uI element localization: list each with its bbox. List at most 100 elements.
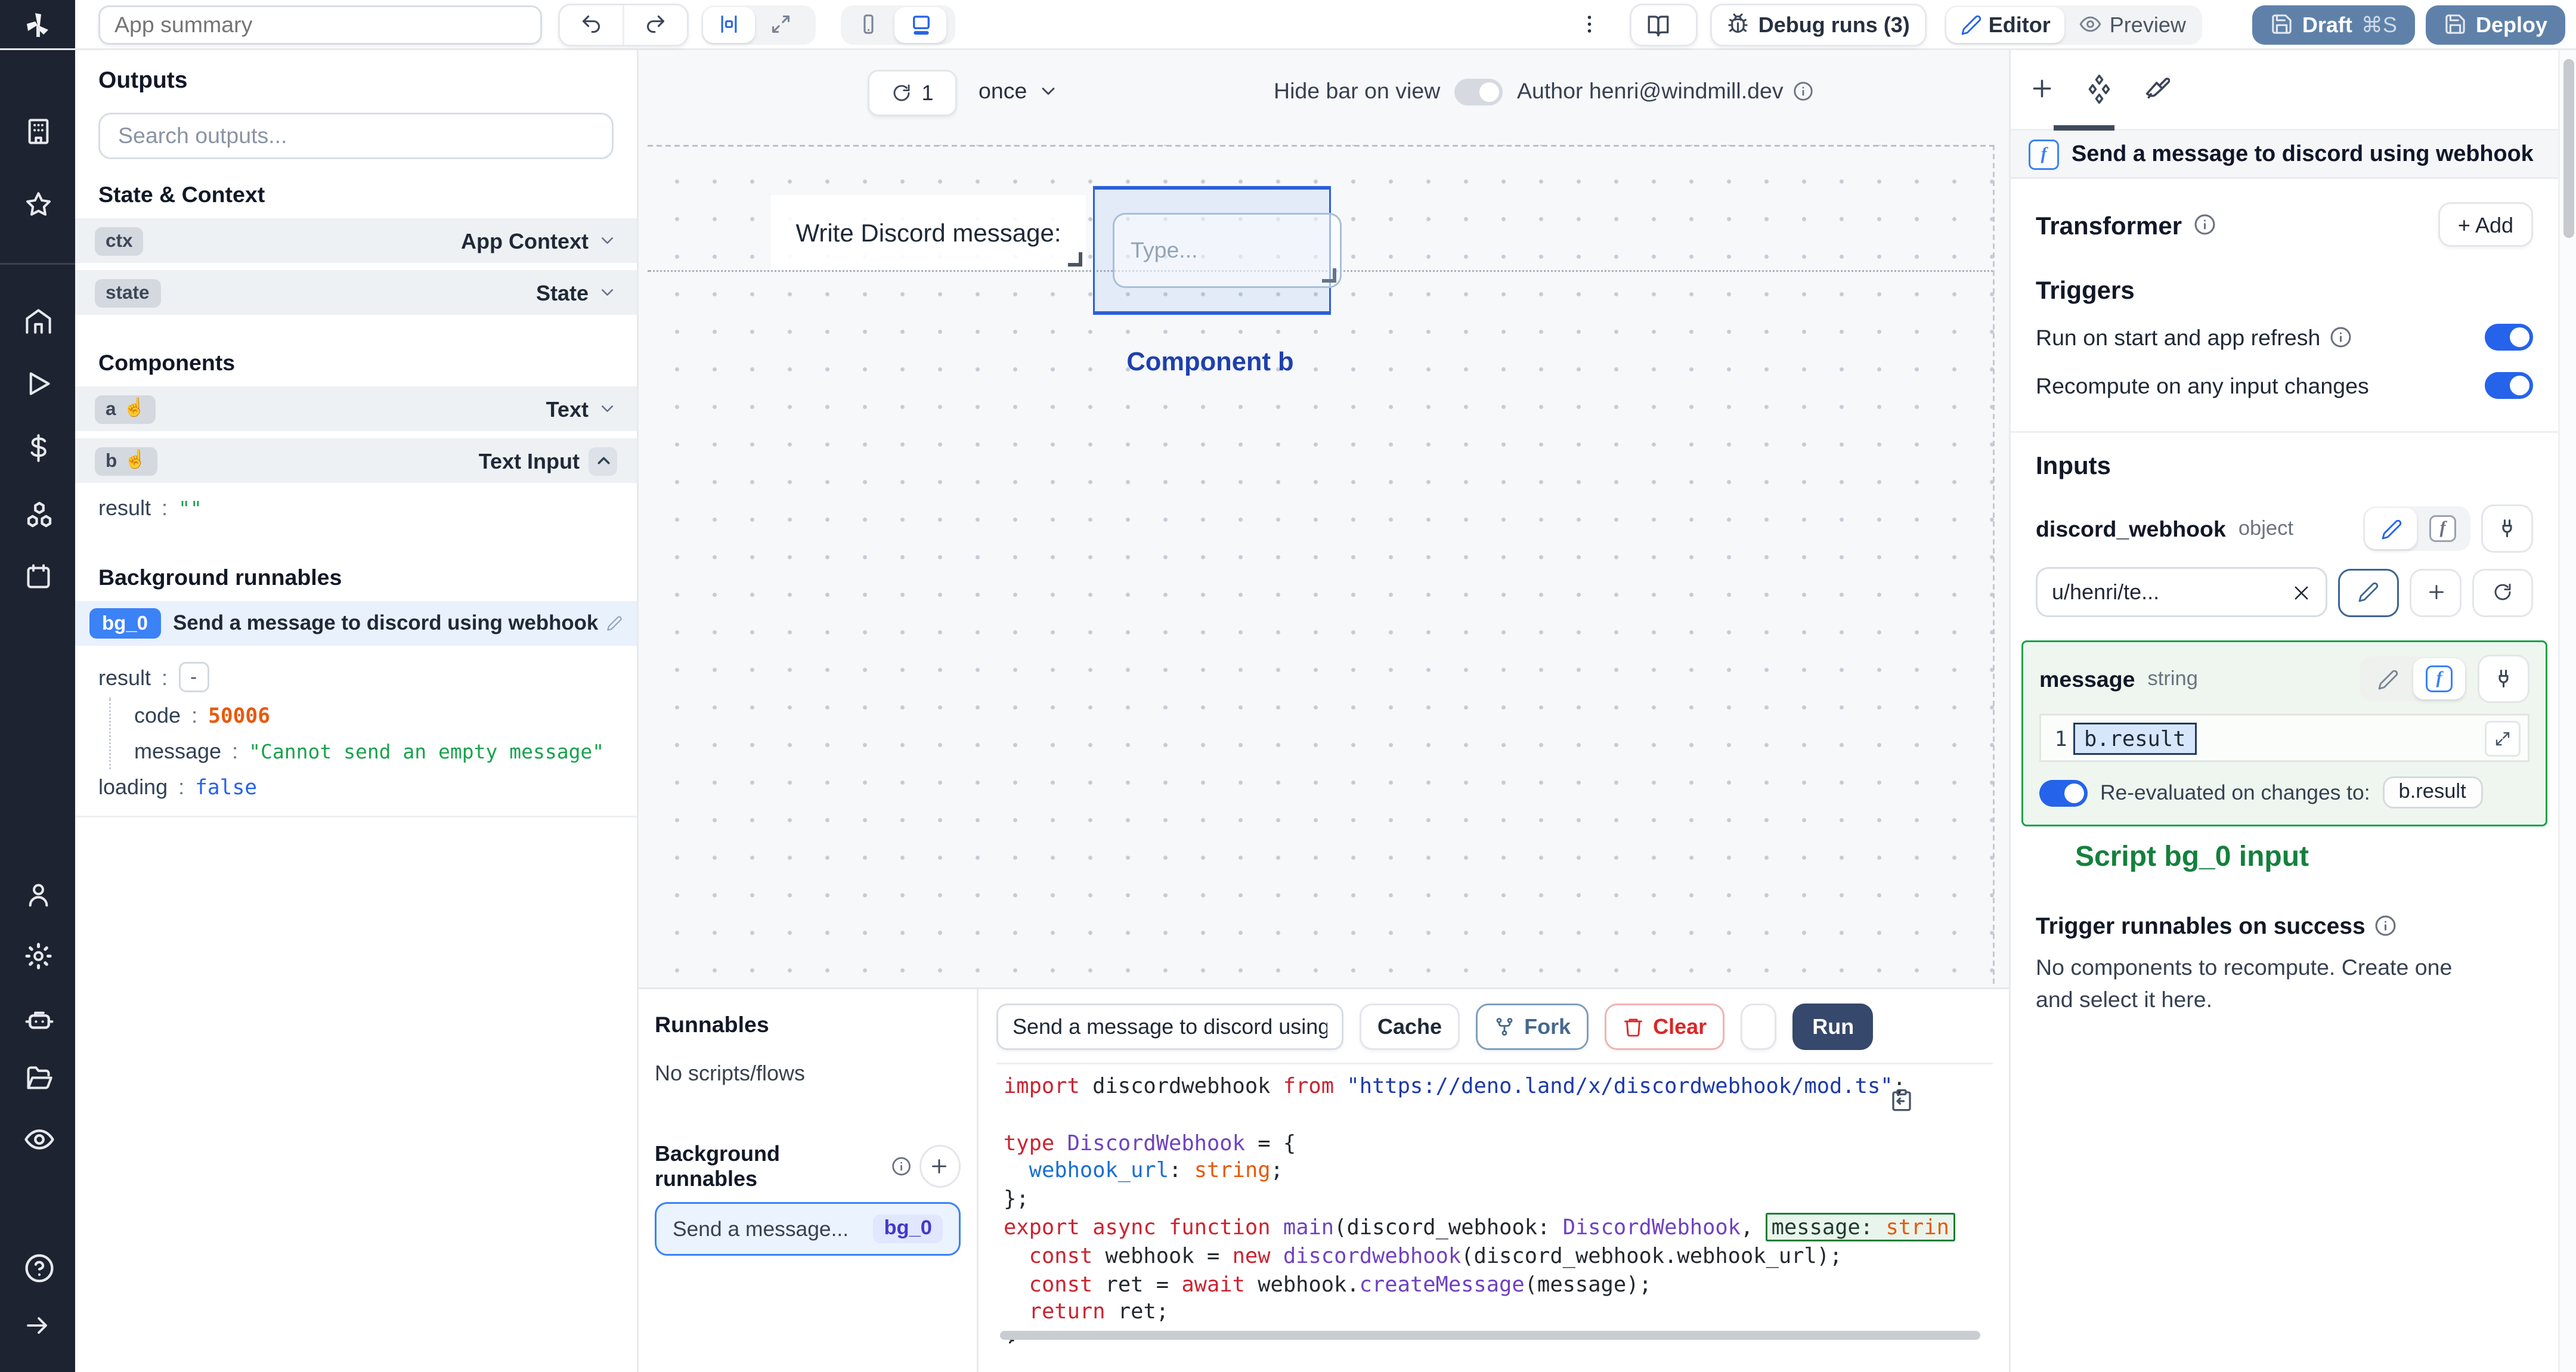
run-on-start-row: Run on start and app refresh <box>2036 324 2533 351</box>
chevron-down-icon[interactable] <box>597 283 617 302</box>
output-row-state[interactable]: state State <box>75 270 637 315</box>
connect-input-button[interactable] <box>2481 504 2533 553</box>
discord-webhook-value-row: u/henri/te... <box>2036 567 2533 617</box>
runnable-title-input[interactable] <box>996 1004 1343 1050</box>
canvas-grid[interactable]: Write Discord message: Type... Component… <box>648 145 1995 1063</box>
undo-button[interactable] <box>560 4 624 44</box>
connect-input-button[interactable] <box>2478 655 2529 703</box>
recompute-toggle[interactable] <box>2485 372 2533 399</box>
state-type-label: State <box>535 280 589 305</box>
windmill-logo[interactable] <box>0 0 75 48</box>
nav-workspace[interactable] <box>23 116 54 147</box>
info-icon[interactable] <box>2374 914 2398 937</box>
selected-component-b[interactable]: Type... <box>1093 186 1342 315</box>
fullscreen-button[interactable] <box>755 7 807 42</box>
trigger-runnables-empty: No components to recompute. Create one a… <box>2036 955 2453 1013</box>
text-input-component[interactable]: Type... <box>1113 213 1342 288</box>
eval-mode-button[interactable]: f <box>2417 508 2469 549</box>
nav-schedules[interactable] <box>23 562 54 592</box>
resize-handle[interactable] <box>1068 252 1082 267</box>
component-row-b[interactable]: b ☝ Text Input <box>75 438 637 483</box>
outputs-search-input[interactable] <box>114 122 597 150</box>
info-icon[interactable] <box>2193 213 2216 236</box>
deploy-button[interactable]: Deploy <box>2425 4 2565 44</box>
info-icon[interactable] <box>1792 80 1814 102</box>
info-icon[interactable] <box>2329 326 2352 349</box>
tab-preview[interactable]: Preview <box>2065 7 2200 42</box>
add-transformer-button[interactable]: + Add <box>2438 202 2533 247</box>
nav-help[interactable] <box>23 1252 55 1284</box>
run-frequency-select[interactable]: once <box>979 70 1059 113</box>
text-component-a[interactable]: Write Discord message: <box>771 195 1086 270</box>
edit-resource-button[interactable] <box>2338 568 2399 617</box>
center-align-button[interactable] <box>703 6 755 42</box>
draft-button[interactable]: Draft ⌘S <box>2252 4 2415 44</box>
pointer-hand-icon: ☝ <box>124 451 147 470</box>
app-summary-input[interactable] <box>98 4 542 44</box>
mobile-view-button[interactable] <box>843 7 894 42</box>
clear-button[interactable]: Clear <box>1605 1004 1725 1050</box>
run-button[interactable]: Run <box>1792 1004 1874 1050</box>
refresh-resource-button[interactable] <box>2472 568 2533 617</box>
reeval-target-badge[interactable]: b.result <box>2382 776 2482 809</box>
chevron-down-icon[interactable] <box>597 231 617 250</box>
nav-folders[interactable] <box>23 1063 54 1093</box>
copy-icon[interactable] <box>1889 1088 1914 1113</box>
nav-variables[interactable] <box>23 433 54 463</box>
plus-icon <box>2428 585 2443 599</box>
save-icon <box>2445 14 2465 34</box>
docs-button[interactable] <box>1629 2 1698 46</box>
debug-runs-button[interactable]: Debug runs (3) <box>1710 2 1926 46</box>
collapse-button[interactable] <box>589 446 617 475</box>
fork-button[interactable]: Fork <box>1476 1004 1589 1050</box>
author-label: Author henri@windmill.dev <box>1517 79 1784 104</box>
output-row-ctx[interactable]: ctx App Context <box>75 218 637 263</box>
bg0-runnable-card[interactable]: Send a message... bg_0 <box>655 1202 961 1256</box>
nav-home[interactable] <box>23 306 54 336</box>
chevron-down-icon[interactable] <box>597 399 617 419</box>
info-icon[interactable] <box>890 1156 911 1177</box>
nav-resources[interactable] <box>23 499 55 531</box>
code-editor[interactable]: import discordwebhook from "https://deno… <box>996 1063 1993 1343</box>
reeval-toggle[interactable] <box>2039 779 2088 806</box>
resource-select[interactable]: u/henri/te... <box>2036 567 2327 617</box>
static-mode-button[interactable] <box>2361 658 2413 699</box>
tab-styling[interactable] <box>2143 75 2170 102</box>
scrollbar-thumb[interactable] <box>2562 59 2574 238</box>
static-mode-button[interactable] <box>2365 508 2417 549</box>
refresh-code-button[interactable] <box>1741 1004 1777 1050</box>
edit-pencil-icon[interactable] <box>606 615 623 631</box>
clear-x-icon[interactable] <box>2292 583 2311 602</box>
horizontal-scrollbar[interactable] <box>1000 1331 1980 1340</box>
component-row-a[interactable]: a ☝ Text <box>75 386 637 431</box>
nav-users[interactable] <box>23 880 54 910</box>
nav-workers[interactable] <box>23 1004 55 1036</box>
desktop-view-button[interactable] <box>894 6 946 42</box>
add-resource-button[interactable] <box>2410 568 2462 617</box>
vertical-scrollbar[interactable] <box>2558 48 2576 1372</box>
cache-button[interactable]: Cache <box>1360 1004 1460 1050</box>
hide-bar-toggle[interactable] <box>1454 78 1503 105</box>
add-background-runnable-button[interactable] <box>918 1145 961 1188</box>
result-value: "" <box>178 496 202 520</box>
nav-runs[interactable] <box>23 368 54 399</box>
refresh-count-button[interactable]: 1 <box>868 70 957 116</box>
expand-editor-button[interactable] <box>2485 720 2521 756</box>
tab-insert-component[interactable] <box>2029 75 2055 102</box>
resize-handle[interactable] <box>1322 268 1336 283</box>
nav-expand-sidebar[interactable] <box>23 1311 52 1340</box>
redo-button[interactable] <box>624 5 687 44</box>
expression-editor[interactable]: 1 b.result <box>2039 714 2529 762</box>
tab-editor[interactable]: Editor <box>1945 6 2065 42</box>
nav-favorites[interactable] <box>23 190 54 220</box>
pointer-hand-icon: ☝ <box>123 399 145 419</box>
nav-settings[interactable] <box>23 941 54 971</box>
tab-component-settings[interactable] <box>2084 73 2114 104</box>
more-options-button[interactable] <box>1567 13 1612 36</box>
run-on-start-toggle[interactable] <box>2485 324 2533 351</box>
json-result-key: result <box>98 664 151 690</box>
eval-mode-button[interactable]: f <box>2413 658 2465 699</box>
bg0-output-row[interactable]: bg_0 Send a message to discord using web… <box>75 601 637 646</box>
nav-audit-logs[interactable] <box>23 1123 55 1156</box>
collapse-node-button[interactable]: - <box>178 662 209 692</box>
